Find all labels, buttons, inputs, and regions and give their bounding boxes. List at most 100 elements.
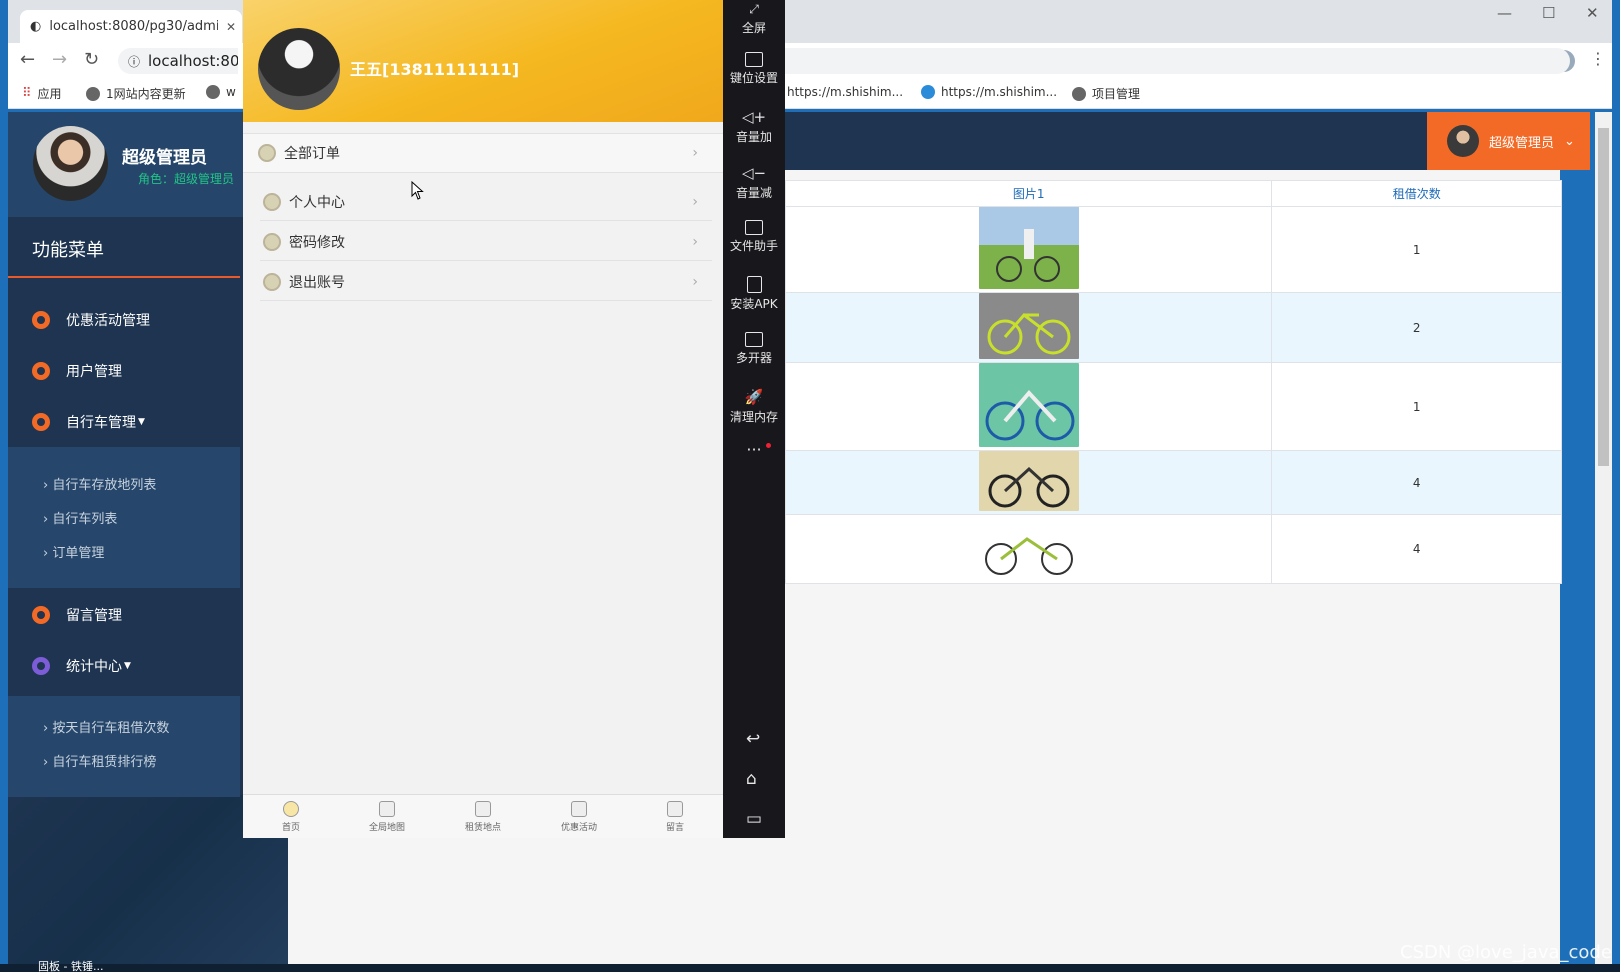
nav-promotions[interactable]: 优惠活动 bbox=[539, 800, 619, 833]
minimize-icon[interactable]: — bbox=[1497, 4, 1512, 22]
menu-divider bbox=[8, 276, 240, 278]
back-icon[interactable]: ↩ bbox=[746, 729, 760, 749]
emu-more-button[interactable]: ··· bbox=[723, 440, 785, 459]
rent-count-cell: 4 bbox=[1271, 450, 1562, 515]
submenu-bike-locations[interactable]: › 自行车存放地列表 bbox=[43, 474, 156, 493]
submenu-rental-ranking[interactable]: › 自行车租赁排行榜 bbox=[43, 751, 156, 770]
apk-icon bbox=[746, 276, 762, 293]
gear-icon bbox=[32, 606, 50, 624]
bookmark-w[interactable]: w bbox=[206, 85, 236, 99]
emu-fullscreen-button[interactable]: ⤢ 全屏 bbox=[723, 2, 785, 36]
nav-rental-locations[interactable]: 租赁地点 bbox=[443, 800, 523, 833]
close-tab-icon[interactable]: ✕ bbox=[226, 20, 242, 34]
reload-icon[interactable]: ↻ bbox=[84, 49, 99, 70]
table-header-row: 图片1 租借次数 bbox=[784, 180, 1562, 207]
menu-item-statistics[interactable]: 统计中心 ▼ bbox=[32, 656, 131, 676]
stack-icon bbox=[745, 332, 763, 347]
menu-change-password[interactable]: 密码修改 › bbox=[260, 223, 712, 261]
admin-role: 角色：超级管理员 bbox=[138, 172, 235, 186]
table-row: 1 bbox=[784, 362, 1562, 451]
gear-icon bbox=[32, 362, 50, 380]
rent-count-cell: 1 bbox=[1271, 206, 1562, 293]
chevron-down-icon: ⌄ bbox=[1564, 133, 1575, 149]
info-icon: ⓘ bbox=[128, 54, 141, 69]
rent-count-cell: 2 bbox=[1271, 292, 1562, 363]
menu-all-orders[interactable]: 全部订单 › bbox=[255, 134, 712, 172]
bookmark-project[interactable]: 项目管理 bbox=[1072, 85, 1140, 102]
chevron-right-icon: › bbox=[692, 193, 698, 210]
address-bar-end[interactable] bbox=[780, 48, 1570, 74]
emu-volume-down-button[interactable]: ◁− 音量减 bbox=[723, 164, 785, 201]
chevron-right-icon: › bbox=[692, 145, 698, 161]
table-row: 4 bbox=[784, 450, 1562, 515]
menu-item-bikes[interactable]: 自行车管理 ▼ bbox=[32, 412, 145, 432]
emu-file-helper-button[interactable]: 文件助手 bbox=[723, 220, 785, 254]
emu-install-apk-button[interactable]: 安装APK bbox=[723, 276, 785, 312]
column-image[interactable]: 图片1 bbox=[784, 180, 1273, 207]
phone-username: 王五[13811111111] bbox=[350, 60, 520, 79]
watermark: CSDN @love_java_code bbox=[1400, 942, 1612, 963]
heart-icon bbox=[283, 800, 299, 817]
globe-icon bbox=[86, 86, 100, 101]
scrollbar-thumb[interactable] bbox=[1598, 128, 1609, 466]
menu-logout[interactable]: 退出账号 › bbox=[260, 263, 712, 301]
monitor-icon bbox=[745, 220, 763, 235]
nav-home[interactable]: 首页 bbox=[251, 800, 331, 833]
column-rent-count[interactable]: 租借次数 bbox=[1271, 180, 1562, 207]
browser-tab[interactable]: ◐ localhost:8080/pg30/admin/i ✕ bbox=[20, 10, 242, 43]
user-menu-button[interactable]: 超级管理员 ⌄ bbox=[1427, 112, 1590, 170]
nav-global-map[interactable]: 全局地图 bbox=[347, 800, 427, 833]
back-icon[interactable]: ← bbox=[20, 49, 35, 70]
more-dots-icon: ··· bbox=[746, 440, 762, 459]
taskbar-item[interactable]: 固板 - 铁锤... bbox=[38, 958, 103, 972]
user-icon bbox=[263, 192, 281, 211]
address-bar[interactable]: ⓘ localhost:808 bbox=[118, 48, 238, 74]
speaker-minus-icon: ◁− bbox=[741, 164, 767, 182]
phone-avatar bbox=[258, 28, 340, 110]
grid-icon bbox=[379, 800, 395, 817]
emu-keymap-button[interactable]: 键位设置 bbox=[723, 52, 785, 86]
globe-icon: ◐ bbox=[30, 19, 42, 34]
bookmark-site-update[interactable]: 1网站内容更新 bbox=[86, 85, 186, 102]
image-cell bbox=[784, 292, 1273, 363]
close-window-icon[interactable]: ✕ bbox=[1586, 4, 1599, 22]
table-row: 2 bbox=[784, 292, 1562, 363]
home-icon[interactable]: ⌂ bbox=[746, 769, 757, 789]
admin-avatar bbox=[33, 126, 108, 201]
emu-multi-instance-button[interactable]: 多开器 bbox=[723, 332, 785, 366]
gear-icon bbox=[32, 311, 50, 329]
logout-icon bbox=[263, 272, 281, 291]
forward-icon[interactable]: → bbox=[52, 49, 67, 70]
table-row: 1 bbox=[784, 206, 1562, 293]
submenu-daily-rentals[interactable]: › 按天自行车租借次数 bbox=[43, 717, 169, 736]
notification-dot bbox=[766, 443, 771, 448]
maximize-icon[interactable]: ☐ bbox=[1542, 4, 1555, 22]
emu-volume-up-button[interactable]: ◁+ 音量加 bbox=[723, 108, 785, 145]
bookmark-shishim-2[interactable]: https://m.shishim... bbox=[921, 85, 1057, 99]
menu-item-promotions[interactable]: 优惠活动管理 bbox=[32, 310, 150, 330]
site-icon bbox=[921, 85, 935, 99]
caret-down-icon: ▼ bbox=[138, 417, 145, 427]
menu-personal-center[interactable]: 个人中心 › bbox=[260, 183, 712, 221]
menu-item-users[interactable]: 用户管理 bbox=[32, 361, 122, 381]
bike-photo bbox=[978, 451, 1079, 511]
bike-photo bbox=[978, 516, 1079, 579]
emu-clean-memory-button[interactable]: 🚀 清理内存 bbox=[723, 388, 785, 425]
nav-messages[interactable]: 留言 bbox=[635, 800, 715, 833]
rocket-icon: 🚀 bbox=[744, 388, 764, 406]
admin-name: 超级管理员 bbox=[122, 148, 207, 168]
submenu-bike-list[interactable]: › 自行车列表 bbox=[43, 508, 117, 527]
taskbar bbox=[0, 964, 1620, 972]
stats-submenu bbox=[8, 696, 240, 797]
menu-item-messages[interactable]: 留言管理 bbox=[32, 605, 122, 625]
more-icon[interactable]: ⋮ bbox=[1590, 49, 1606, 68]
submenu-orders[interactable]: › 订单管理 bbox=[43, 542, 104, 561]
table-row: 4 bbox=[784, 514, 1562, 584]
bookmark-apps[interactable]: ⠿ 应用 bbox=[22, 85, 62, 102]
caret-down-icon: ▼ bbox=[124, 661, 131, 671]
chevron-right-icon: › bbox=[692, 273, 698, 290]
bike-photo bbox=[978, 363, 1079, 447]
recents-icon[interactable]: ▭ bbox=[746, 809, 762, 829]
bookmark-shishim-1[interactable]: https://m.shishim... bbox=[787, 85, 903, 99]
grid-icon bbox=[571, 800, 587, 817]
